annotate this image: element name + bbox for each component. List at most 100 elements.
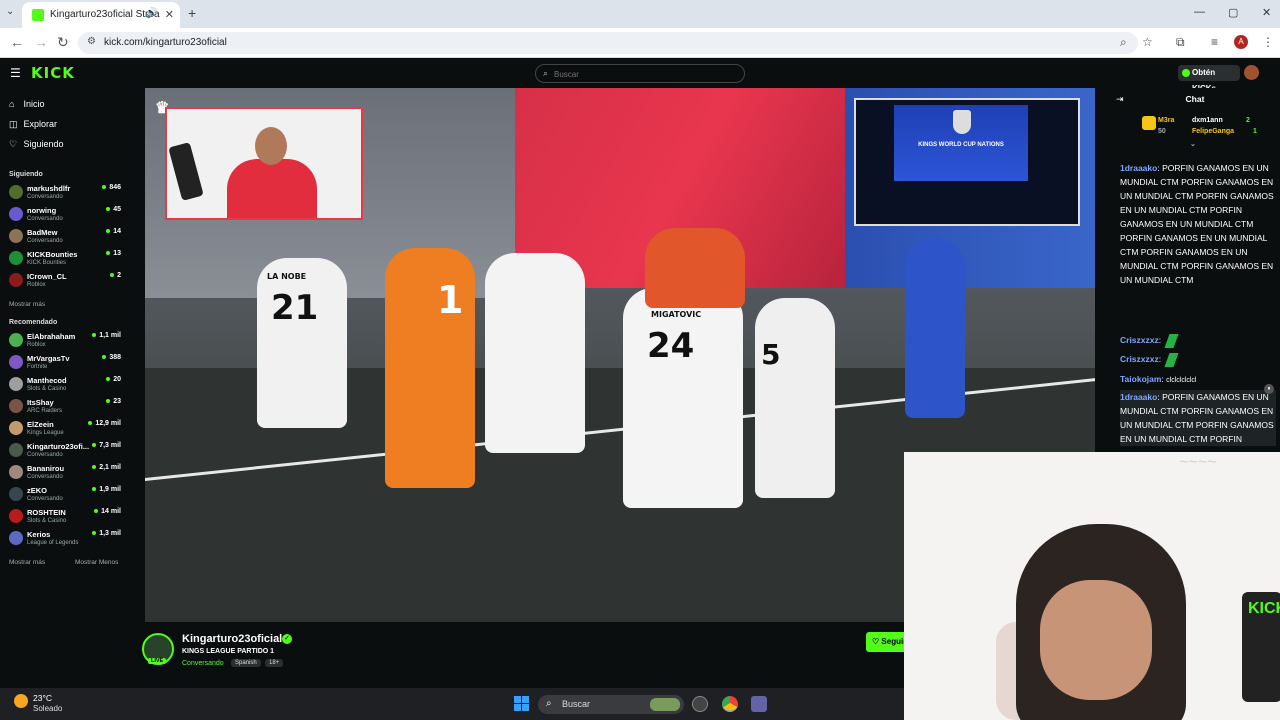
channel-item[interactable]: ElZeein Kings League 12,9 mil: [9, 419, 121, 441]
channel-item[interactable]: ROSHTEIN Slots & Casino 14 mil: [9, 507, 121, 529]
chat-pause-icon[interactable]: ⏸: [1264, 384, 1274, 394]
follow-button[interactable]: ♡ Seguir: [866, 632, 908, 652]
gifter-1-name[interactable]: M3ra: [1158, 117, 1174, 124]
show-more-recommended[interactable]: Mostrar más: [9, 559, 45, 566]
pip-broadcast: KINGS WORLD CUP NATIONS: [854, 98, 1080, 226]
back-icon[interactable]: ←: [10, 34, 24, 50]
kick-logo[interactable]: KICK: [31, 64, 75, 82]
search-box[interactable]: ⌕: [535, 64, 745, 83]
chat-text: PORFIN GANAMOS EN UN MUNDIAL CTM PORFIN …: [1120, 163, 1274, 285]
media-control-icon[interactable]: ≡: [1211, 35, 1218, 49]
channel-name: ItsShay: [27, 398, 54, 407]
chrome-icon[interactable]: [722, 696, 738, 712]
chat-panel: ⇥ Chat M3ra 50 dxm1ann 2 FelipeGanga 1 ⌄…: [1110, 88, 1280, 453]
nav-home[interactable]: ⌂ Inicio: [9, 99, 45, 109]
channel-category: KICK Bounties: [27, 260, 67, 266]
browser-tab[interactable]: Kingarturo23oficial Stream 🔊 ✕: [22, 2, 180, 28]
viewer-count: 388: [102, 354, 121, 361]
chat-username[interactable]: Criszxzxz: [1120, 354, 1159, 364]
channel-name: KICKBounties: [27, 250, 78, 259]
channel-avatar: [9, 421, 23, 435]
get-kicks-button[interactable]: Obtén KICKs: [1178, 65, 1240, 93]
home-icon: ⌂: [9, 99, 15, 109]
chat-username[interactable]: 1draaako: [1120, 163, 1157, 173]
weather-sun-icon[interactable]: [14, 694, 28, 708]
search-input[interactable]: [554, 67, 734, 81]
browser-tab-bar: ⌄ Kingarturo23oficial Stream 🔊 ✕ + — ▢ ✕: [0, 0, 1280, 28]
zoom-icon[interactable]: ⌕: [1120, 35, 1127, 50]
windows-start-icon[interactable]: [514, 696, 529, 711]
show-less-recommended[interactable]: Mostrar Menos: [75, 559, 118, 566]
gifter-1-count: 50: [1158, 128, 1166, 135]
jersey-name-24: MIGATOVIC: [651, 310, 702, 319]
clock-app-icon[interactable]: [692, 696, 708, 712]
channel-item[interactable]: markushdlfr Conversando 846: [9, 183, 121, 205]
channel-item[interactable]: norwing Conversando 45: [9, 205, 121, 227]
expand-gifters-icon[interactable]: ⌄: [1190, 140, 1196, 148]
tab-search-icon[interactable]: ⌄: [6, 6, 14, 17]
channel-item[interactable]: KICKBounties KICK Bounties 13: [9, 249, 121, 271]
channel-avatar: [9, 273, 23, 287]
chat-username[interactable]: 1draaako: [1120, 392, 1157, 402]
viewer-count: 2,1 mil: [92, 464, 121, 471]
reload-icon[interactable]: ↻: [57, 34, 69, 51]
channel-item[interactable]: ElAbrahaham Roblox 1,1 mil: [9, 331, 121, 353]
window-close-icon[interactable]: ✕: [1262, 6, 1271, 19]
tag-language[interactable]: Spanish: [231, 659, 261, 667]
channel-item[interactable]: Kingarturo23ofi... Conversando 7,3 mil: [9, 441, 121, 463]
nav-explore[interactable]: ◫ Explorar: [9, 119, 57, 130]
stream-category[interactable]: Conversando: [182, 660, 224, 667]
channel-category: Slots & Casino: [27, 518, 67, 524]
tag-mature[interactable]: 18+: [265, 659, 284, 667]
user-avatar[interactable]: [1244, 65, 1259, 80]
channel-avatar: [9, 185, 23, 199]
taskbar-search[interactable]: ⌕ Buscar: [538, 695, 684, 714]
bottle: [168, 142, 204, 201]
channel-category: ARC Raiders: [27, 408, 63, 414]
jersey-number-21: 21: [271, 288, 319, 328]
hamburger-menu-icon[interactable]: ☰: [10, 66, 21, 80]
teams-icon[interactable]: [751, 696, 767, 712]
show-more-following[interactable]: Mostrar más: [9, 301, 45, 308]
tab-close-icon[interactable]: ✕: [165, 8, 174, 21]
channel-avatar: [9, 531, 23, 545]
heart-icon: ♡: [9, 139, 18, 149]
viewer-count: 1,1 mil: [92, 332, 121, 339]
following-heading: Siguiendo: [9, 171, 43, 178]
menu-kebab-icon[interactable]: ⋮: [1262, 35, 1274, 49]
nav-following-label: Siguiendo: [23, 139, 64, 149]
site-info-icon[interactable]: ⚙: [87, 36, 96, 47]
bookmark-star-icon[interactable]: ☆: [1142, 35, 1153, 49]
new-tab-button[interactable]: +: [188, 5, 196, 21]
chat-username[interactable]: Criszxzxz: [1120, 335, 1159, 345]
profile-avatar[interactable]: A: [1234, 35, 1248, 49]
extensions-icon[interactable]: ⧉: [1176, 35, 1185, 50]
gifter-2-name[interactable]: dxm1ann: [1192, 117, 1223, 124]
search-highlight-image: [650, 698, 680, 711]
minimize-icon[interactable]: —: [1194, 6, 1205, 18]
forward-icon[interactable]: →: [34, 34, 48, 50]
channel-item[interactable]: Manthecod Slots & Casino 20: [9, 375, 121, 397]
address-bar[interactable]: ⚙ kick.com/kingarturo23oficial: [78, 32, 1138, 54]
emote-icon: [1164, 333, 1179, 348]
gifter-3-name[interactable]: FelipeGanga: [1192, 128, 1234, 135]
url-text: kick.com/kingarturo23oficial: [104, 37, 227, 48]
channel-item[interactable]: ICrown_CL Roblox 2: [9, 271, 121, 293]
restore-icon[interactable]: ▢: [1228, 6, 1238, 19]
chat-message: Taiokojam: clclclclclcl: [1120, 374, 1197, 384]
audio-icon[interactable]: 🔊: [146, 8, 158, 19]
kick-sticker: KICK: [1248, 600, 1280, 617]
channel-item[interactable]: MrVargasTv Fortnite 388: [9, 353, 121, 375]
channel-item[interactable]: BadMew Conversando 14: [9, 227, 121, 249]
channel-avatar: [9, 377, 23, 391]
channel-item[interactable]: Kerios League of Legends 1,3 mil: [9, 529, 121, 551]
channel-item[interactable]: ItsShay ARC Raiders 23: [9, 397, 121, 419]
channel-item[interactable]: zEKO Conversando 1,9 mil: [9, 485, 121, 507]
nav-following[interactable]: ♡ Siguiendo: [9, 139, 64, 150]
channel-name[interactable]: Kingarturo23oficial: [182, 633, 282, 645]
compass-icon: ◫: [9, 119, 18, 129]
viewer-count: 45: [106, 206, 121, 213]
chat-message: 1draaako: PORFIN GANAMOS EN UN MUNDIAL C…: [1120, 163, 1274, 285]
chat-username[interactable]: Taiokojam: [1120, 374, 1161, 384]
channel-item[interactable]: Bananirou Conversando 2,1 mil: [9, 463, 121, 485]
